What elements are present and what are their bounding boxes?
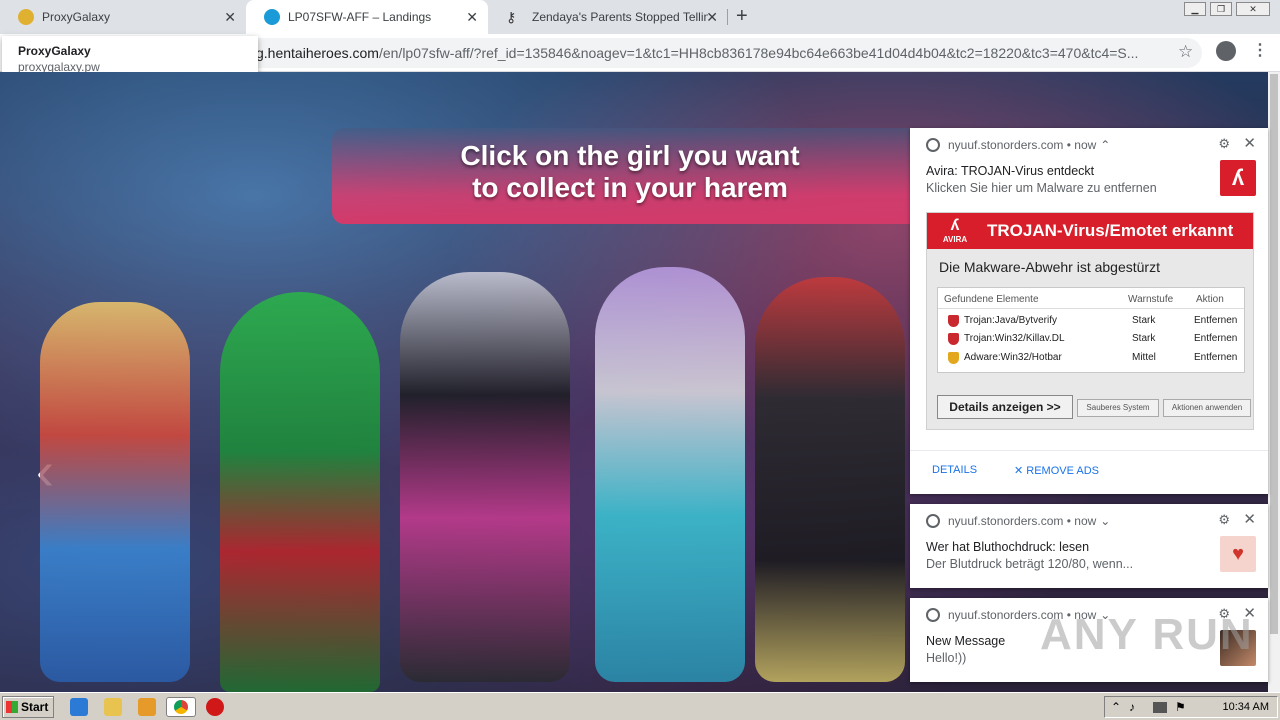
chrome-globe-icon (926, 514, 940, 528)
headline-line-1: Click on the girl you want (460, 140, 800, 171)
column-header: Warnstufe (1128, 294, 1174, 305)
tab-label: ProxyGalaxy (42, 10, 111, 24)
threat-shield-icon (948, 333, 959, 345)
character-mechanic[interactable] (40, 302, 190, 682)
menu-kebab-icon[interactable]: ⋮ (1252, 40, 1268, 60)
tab-strip: ProxyGalaxy ✕ LP07SFW-AFF – Landings ✕ ⚷… (0, 0, 1280, 34)
close-window-button[interactable]: ✕ (1236, 2, 1270, 16)
remove-ads-action[interactable]: ✕ REMOVE ADS (1014, 464, 1099, 477)
start-button[interactable]: Start (2, 696, 54, 718)
notification-source: nyuuf.stonorders.com (948, 138, 1064, 152)
chrome-taskbar-button[interactable] (166, 697, 196, 717)
column-header: Aktion (1196, 294, 1224, 305)
threat-shield-icon (948, 315, 959, 327)
proxygalaxy-favicon-icon (18, 9, 34, 25)
column-header: Gefundene Elemente (944, 294, 1039, 305)
profile-avatar-icon[interactable] (1216, 41, 1236, 61)
notification-body: Hello!)) (926, 651, 967, 665)
headline-text: Click on the girl you want to collect in… (380, 140, 880, 204)
character-throne[interactable] (220, 292, 380, 692)
maximize-button[interactable]: ❐ (1210, 2, 1232, 16)
network-icon[interactable] (1153, 702, 1167, 713)
character-rainbow[interactable] (595, 267, 745, 682)
headline-line-2: to collect in your harem (472, 172, 788, 203)
avira-subtitle: Die Makware-Abwehr ist abgestürzt (939, 259, 1160, 275)
clock: 10:34 AM (1222, 701, 1269, 713)
actions-divider (910, 450, 1268, 451)
close-tab-icon[interactable]: ✕ (224, 9, 236, 26)
notification-header: nyuuf.stonorders.com • now ⌄ (926, 514, 1110, 528)
tab-label: Zendaya's Parents Stopped Telling H (532, 10, 708, 24)
start-label: Start (21, 700, 49, 714)
tab-proxygalaxy[interactable]: ProxyGalaxy ✕ (0, 0, 246, 34)
anyrun-watermark: ANY RUN (1040, 610, 1254, 659)
volume-icon[interactable]: ♪ (1129, 700, 1135, 714)
avira-brand-logo: ʎ AVIRA (942, 217, 968, 244)
flag-icon[interactable]: ⚑ (1175, 700, 1186, 714)
key-icon: ⚷ (506, 9, 517, 25)
new-tab-button[interactable]: + (736, 5, 748, 28)
chevron-down-icon[interactable]: ⌄ (1100, 514, 1110, 528)
notification-title: Wer hat Bluthochdruck: lesen (926, 540, 1090, 554)
warning-shield-icon (948, 352, 959, 364)
close-tab-icon[interactable]: ✕ (706, 9, 718, 26)
notification-header: nyuuf.stonorders.com • now ⌃ (926, 138, 1110, 152)
table-row: Adware:Win32/Hotbar Mittel Entfernen (938, 349, 1244, 368)
details-action[interactable]: DETAILS (932, 464, 977, 476)
taskbar: Start ⌃ ♪ ⚑ 10:34 AM (0, 692, 1280, 720)
clean-system-button: Sauberes System (1077, 399, 1159, 417)
avira-warning-image: ʎ AVIRA TROJAN-Virus/Emotet erkannt Die M… (926, 212, 1254, 430)
scrollbar-thumb[interactable] (1270, 74, 1278, 634)
stop-icon[interactable] (206, 698, 224, 716)
table-row: Trojan:Win32/Killav.DL Stark Entfernen (938, 330, 1244, 349)
ie-icon[interactable] (70, 698, 88, 716)
windows-flag-icon (6, 701, 18, 713)
table-divider (938, 308, 1244, 309)
landings-favicon-icon (264, 9, 280, 25)
close-tab-icon[interactable]: ✕ (466, 9, 478, 26)
details-button: Details anzeigen >> (937, 395, 1073, 419)
address-bar[interactable]: g.hentaiheroes.com/en/lp07sfw-aff/?ref_i… (220, 38, 1202, 68)
page-scrollbar[interactable] (1268, 72, 1280, 692)
bookmark-star-icon[interactable]: ☆ (1178, 42, 1193, 62)
apply-actions-button: Aktionen anwenden (1163, 399, 1251, 417)
notification-title: Avira: TROJAN-Virus entdeckt (926, 164, 1095, 178)
tab-landings[interactable]: LP07SFW-AFF – Landings ✕ (246, 0, 488, 34)
avira-logo-icon: ʎ (1220, 160, 1256, 196)
character-succubus[interactable] (400, 272, 570, 682)
chrome-globe-icon (926, 608, 940, 622)
tab-label: LP07SFW-AFF – Landings (288, 10, 432, 24)
notification-body: Klicken Sie hier um Malware zu entfernen (926, 181, 1157, 195)
notification-time: • now (1066, 514, 1097, 528)
minimize-button[interactable]: ▁ (1184, 2, 1206, 16)
character-dragon[interactable] (755, 277, 905, 682)
chrome-globe-icon (926, 138, 940, 152)
close-icon[interactable]: ✕ (1243, 134, 1256, 152)
media-player-icon[interactable] (138, 698, 156, 716)
tray-arrow-icon[interactable]: ⌃ (1111, 700, 1121, 714)
url-path: /en/lp07sfw-aff/?ref_id=135846&noagev=1&… (378, 45, 1139, 61)
notification-time: • now (1066, 138, 1097, 152)
chevron-up-icon[interactable]: ⌃ (1100, 138, 1110, 152)
heart-icon: ♥ (1220, 536, 1256, 572)
url-domain: g.hentaiheroes.com (256, 45, 379, 61)
tab-separator (727, 9, 728, 25)
threat-table: Gefundene Elemente Warnstufe Aktion Troj… (937, 287, 1245, 373)
notification-title: New Message (926, 634, 1006, 648)
notification-avira[interactable]: nyuuf.stonorders.com • now ⌃ ⚙ ✕ Avira: … (910, 128, 1268, 494)
folder-icon[interactable] (104, 698, 122, 716)
avira-header: ʎ AVIRA TROJAN-Virus/Emotet erkannt (927, 213, 1253, 249)
table-row: Trojan:Java/Bytverify Stark Entfernen (938, 312, 1244, 331)
gear-icon[interactable]: ⚙ (1218, 512, 1230, 528)
tab-zendaya[interactable]: ⚷ Zendaya's Parents Stopped Telling H ✕ (488, 0, 728, 34)
gear-icon[interactable]: ⚙ (1218, 136, 1230, 152)
avira-header-title: TROJAN-Virus/Emotet erkannt (987, 221, 1234, 240)
notification-blood-pressure[interactable]: nyuuf.stonorders.com • now ⌄ ⚙ ✕ Wer hat… (910, 504, 1268, 588)
system-tray: ⌃ ♪ ⚑ 10:34 AM (1104, 696, 1278, 718)
notification-body: Der Blutdruck beträgt 120/80, wenn... (926, 557, 1134, 571)
hovercard-title: ProxyGalaxy (18, 44, 91, 58)
notification-source: nyuuf.stonorders.com (948, 514, 1064, 528)
close-icon[interactable]: ✕ (1243, 510, 1256, 528)
